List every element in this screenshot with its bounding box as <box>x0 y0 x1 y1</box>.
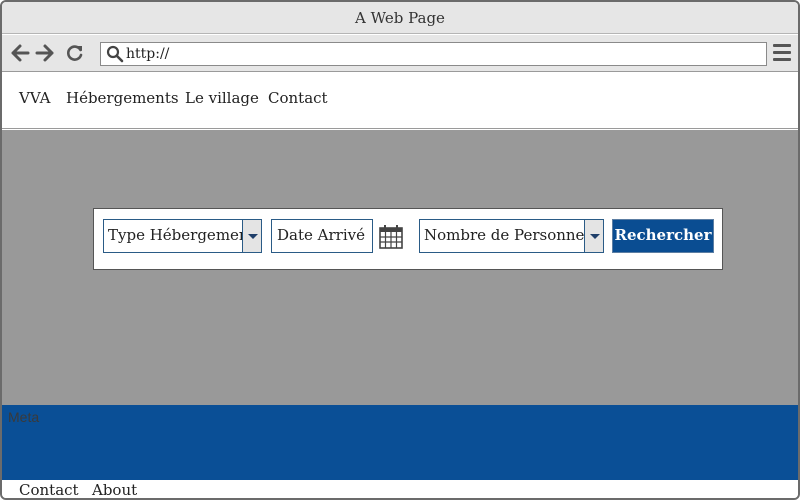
search-icon <box>106 45 124 63</box>
arrival-date-field[interactable]: Date Arrivé <box>271 219 373 253</box>
footer-link-contact[interactable]: Contact <box>19 481 79 498</box>
address-bar[interactable] <box>100 42 767 66</box>
chevron-down-icon[interactable] <box>242 220 261 252</box>
nav-link-hebergements[interactable]: Hébergements <box>66 89 179 107</box>
accommodation-type-select[interactable]: Type Hébergement <box>103 219 262 253</box>
reload-icon[interactable] <box>65 43 85 63</box>
arrival-date-placeholder: Date Arrivé <box>277 226 365 244</box>
hamburger-menu-icon[interactable] <box>773 44 793 64</box>
search-panel: Type Hébergement Date Arrivé Nombre de P… <box>93 208 723 270</box>
back-arrow-icon[interactable] <box>10 43 30 63</box>
footer-meta-band: Meta <box>2 405 798 480</box>
chevron-down-icon[interactable] <box>584 220 603 252</box>
nav-link-vva[interactable]: VVA <box>19 89 50 107</box>
footer-links: Contact About <box>2 480 798 498</box>
persons-count-select[interactable]: Nombre de Personnes <box>419 219 604 253</box>
accommodation-type-value: Type Hébergement <box>108 226 255 244</box>
browser-window: A Web Page VVA Hébergements Le village C… <box>0 0 800 500</box>
browser-toolbar <box>2 35 798 72</box>
meta-label: Meta <box>8 409 40 425</box>
nav-link-contact[interactable]: Contact <box>268 89 328 107</box>
forward-arrow-icon[interactable] <box>35 43 55 63</box>
nav-link-le-village[interactable]: Le village <box>185 89 259 107</box>
search-button[interactable]: Rechercher <box>612 219 714 253</box>
url-input[interactable] <box>126 45 756 63</box>
persons-count-value: Nombre de Personnes <box>424 226 593 244</box>
footer-link-about[interactable]: About <box>92 481 137 498</box>
window-title: A Web Page <box>2 2 798 34</box>
site-navigation: VVA Hébergements Le village Contact <box>2 73 798 129</box>
hero-section: Type Hébergement Date Arrivé Nombre de P… <box>2 130 798 405</box>
calendar-icon[interactable] <box>378 224 404 250</box>
